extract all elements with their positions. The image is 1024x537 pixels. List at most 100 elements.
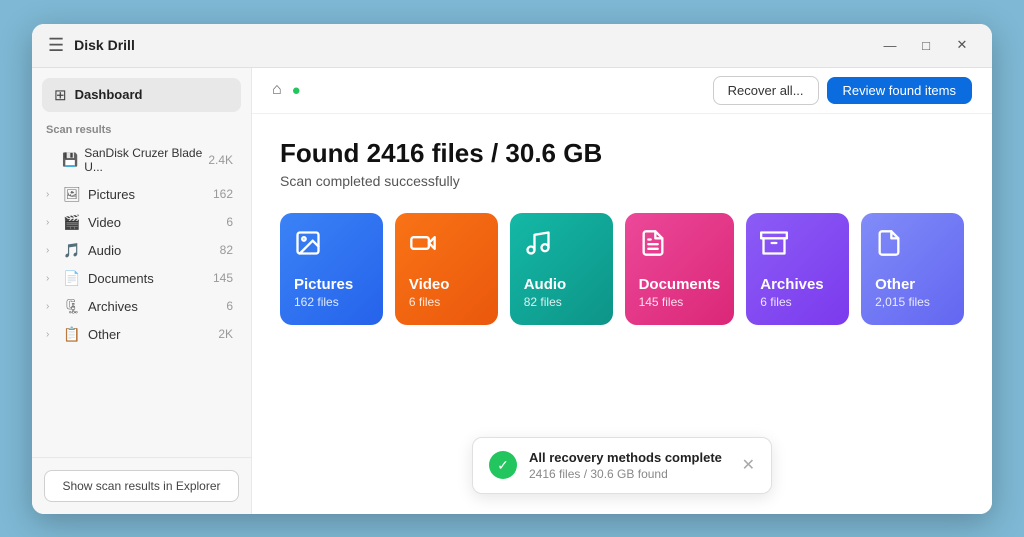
audio-card-icon (524, 229, 552, 264)
card-label: Archives (760, 276, 823, 293)
audio-icon: 🎵 (62, 242, 82, 259)
card-info: Pictures 162 files (294, 276, 353, 309)
video-icon: 🎬 (62, 214, 82, 231)
sidebar-item-archives[interactable]: › 🗜 Archives 6 (38, 293, 245, 320)
sidebar-item-pictures[interactable]: › 🖼 Pictures 162 (38, 181, 245, 208)
archives-card-icon (760, 229, 788, 264)
file-type-cards-grid: Pictures 162 files Video 6 files Audio 8… (280, 213, 964, 325)
dashboard-label: Dashboard (75, 87, 143, 102)
maximize-button[interactable]: □ (912, 31, 940, 59)
toolbar: ⌂ ● Recover all... Review found items (252, 68, 992, 114)
documents-card-icon (639, 229, 667, 264)
card-archives[interactable]: Archives 6 files (746, 213, 849, 325)
card-label: Other (875, 276, 930, 293)
close-button[interactable]: ✕ (948, 31, 976, 59)
sidebar-item-count: 2K (218, 327, 233, 341)
recover-all-button[interactable]: Recover all... (713, 76, 819, 105)
sidebar-item-label: Pictures (88, 187, 213, 202)
app-window: ☰ Disk Drill — □ ✕ ⊞ Dashboard Scan resu… (32, 24, 992, 514)
sidebar-item-documents[interactable]: › 📄 Documents 145 (38, 265, 245, 292)
content-area: Found 2416 files / 30.6 GB Scan complete… (252, 114, 992, 514)
pictures-card-icon (294, 229, 322, 264)
sidebar-item-label: Documents (88, 271, 213, 286)
toast-subtitle: 2416 files / 30.6 GB found (529, 467, 730, 481)
pictures-icon: 🖼 (62, 186, 82, 203)
show-explorer-button[interactable]: Show scan results in Explorer (44, 470, 239, 502)
sidebar-item-other[interactable]: › 📋 Other 2K (38, 321, 245, 348)
scan-status-text: Scan completed successfully (280, 173, 964, 189)
chevron-right-icon: › (46, 329, 62, 340)
sidebar: ⊞ Dashboard Scan results 💾 SanDisk Cruze… (32, 68, 252, 514)
titlebar-left: ☰ Disk Drill (48, 35, 876, 56)
card-other[interactable]: Other 2,015 files (861, 213, 964, 325)
toast-success-icon: ✓ (489, 451, 517, 479)
card-count: 2,015 files (875, 295, 930, 309)
main-content: ⌂ ● Recover all... Review found items Fo… (252, 68, 992, 514)
home-icon[interactable]: ⌂ (272, 81, 282, 99)
chevron-right-icon: › (46, 273, 62, 284)
sidebar-item-video[interactable]: › 🎬 Video 6 (38, 209, 245, 236)
card-info: Audio 82 files (524, 276, 567, 309)
drive-label: SanDisk Cruzer Blade U... (84, 146, 208, 174)
archives-icon: 🗜 (62, 298, 82, 315)
sidebar-item-count: 82 (220, 243, 233, 257)
card-label: Audio (524, 276, 567, 293)
scan-results-section-label: Scan results (32, 116, 251, 140)
drive-count: 2.4K (208, 153, 233, 167)
card-count: 82 files (524, 295, 567, 309)
toast-text: All recovery methods complete 2416 files… (529, 450, 730, 481)
card-label: Pictures (294, 276, 353, 293)
sidebar-item-label: Other (88, 327, 218, 342)
sidebar-item-label: Archives (88, 299, 226, 314)
other-card-icon (875, 229, 903, 264)
sidebar-item-label: Video (88, 215, 226, 230)
card-label: Documents (639, 276, 721, 293)
chevron-right-icon: › (46, 217, 62, 228)
sidebar-bottom: Show scan results in Explorer (32, 457, 251, 514)
card-count: 6 files (409, 295, 450, 309)
card-info: Documents 145 files (639, 276, 721, 309)
card-info: Video 6 files (409, 276, 450, 309)
card-pictures[interactable]: Pictures 162 files (280, 213, 383, 325)
toolbar-left: ⌂ ● (272, 81, 701, 99)
sidebar-item-audio[interactable]: › 🎵 Audio 82 (38, 237, 245, 264)
card-info: Archives 6 files (760, 276, 823, 309)
hamburger-icon[interactable]: ☰ (48, 35, 64, 56)
card-info: Other 2,015 files (875, 276, 930, 309)
sidebar-item-count: 6 (226, 215, 233, 229)
app-title: Disk Drill (74, 37, 135, 53)
sidebar-items-list: › 🖼 Pictures 162 › 🎬 Video 6 › 🎵 Audio 8… (32, 180, 251, 349)
chevron-right-icon: › (46, 301, 62, 312)
toast-title: All recovery methods complete (529, 450, 730, 465)
card-documents[interactable]: Documents 145 files (625, 213, 735, 325)
sidebar-item-label: Audio (88, 243, 220, 258)
check-circle-icon: ● (292, 82, 301, 99)
card-video[interactable]: Video 6 files (395, 213, 498, 325)
video-card-icon (409, 229, 437, 264)
titlebar: ☰ Disk Drill — □ ✕ (32, 24, 992, 68)
card-count: 162 files (294, 295, 353, 309)
sidebar-item-dashboard[interactable]: ⊞ Dashboard (42, 78, 241, 112)
card-count: 145 files (639, 295, 721, 309)
sidebar-item-count: 162 (213, 187, 233, 201)
review-found-items-button[interactable]: Review found items (827, 77, 972, 104)
found-files-title: Found 2416 files / 30.6 GB (280, 138, 964, 169)
toast-notification: ✓ All recovery methods complete 2416 fil… (472, 437, 772, 494)
card-audio[interactable]: Audio 82 files (510, 213, 613, 325)
sidebar-item-count: 6 (226, 299, 233, 313)
sidebar-drive-item[interactable]: 💾 SanDisk Cruzer Blade U... 2.4K (38, 141, 245, 179)
grid-icon: ⊞ (54, 86, 67, 104)
card-count: 6 files (760, 295, 823, 309)
toast-close-button[interactable]: ✕ (742, 455, 755, 475)
main-layout: ⊞ Dashboard Scan results 💾 SanDisk Cruze… (32, 68, 992, 514)
other-icon: 📋 (62, 326, 82, 343)
documents-icon: 📄 (62, 270, 82, 287)
chevron-right-icon: › (46, 245, 62, 256)
toolbar-right: Recover all... Review found items (713, 76, 972, 105)
card-label: Video (409, 276, 450, 293)
drive-icon: 💾 (62, 152, 78, 168)
chevron-right-icon: › (46, 189, 62, 200)
titlebar-controls: — □ ✕ (876, 31, 976, 59)
minimize-button[interactable]: — (876, 31, 904, 59)
sidebar-item-count: 145 (213, 271, 233, 285)
